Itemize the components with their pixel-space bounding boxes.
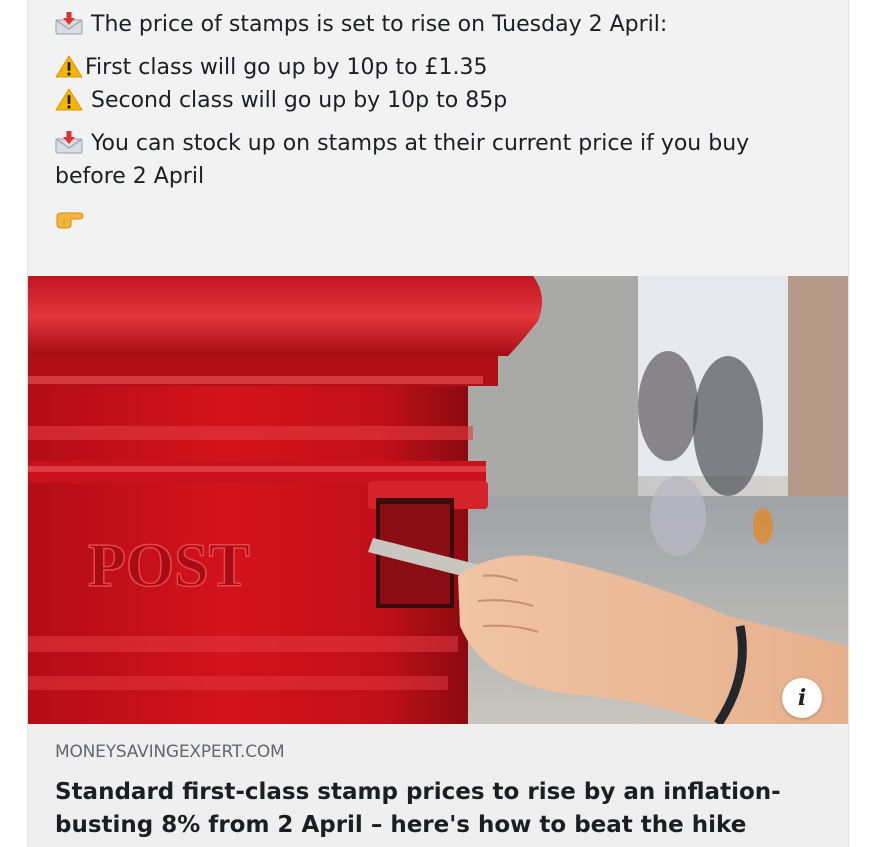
post-line-text: Second class will go up by 10p to 85p [91, 88, 508, 113]
post-line-price-rise: The price of stamps is set to rise on Tu… [55, 8, 815, 41]
post-line-text: You can stock up on stamps at their curr… [55, 131, 750, 189]
postbox-lettering: POST [88, 532, 250, 600]
pointing-right-hand-icon [55, 206, 85, 230]
envelope-with-arrow-icon [55, 11, 83, 35]
post-card: The price of stamps is set to rise on Tu… [27, 0, 849, 847]
page: The price of stamps is set to rise on Tu… [0, 0, 874, 847]
post-line-text: First class will go up by 10p to £1.35 [85, 55, 488, 80]
warning-icon [55, 54, 83, 78]
info-icon: i [797, 685, 807, 711]
post-line-second-class: Second class will go up by 10p to 85p [55, 84, 815, 117]
envelope-with-arrow-icon [55, 130, 83, 154]
link-domain: MONEYSAVINGEXPERT.COM [55, 742, 285, 762]
link-headline[interactable]: Standard first-class stamp prices to ris… [55, 776, 815, 842]
link-preview-image[interactable]: POST i [28, 276, 848, 724]
post-message: The price of stamps is set to rise on Tu… [55, 8, 815, 236]
post-line-text: The price of stamps is set to rise on Tu… [91, 12, 668, 37]
post-line-stock-up: You can stock up on stamps at their curr… [55, 127, 815, 193]
post-line-pointer [55, 203, 815, 236]
link-preview-details[interactable]: MONEYSAVINGEXPERT.COM Standard first-cla… [28, 724, 848, 847]
info-button[interactable]: i [782, 678, 822, 718]
warning-icon [55, 87, 83, 111]
post-line-first-class: First class will go up by 10p to £1.35 [55, 51, 815, 84]
